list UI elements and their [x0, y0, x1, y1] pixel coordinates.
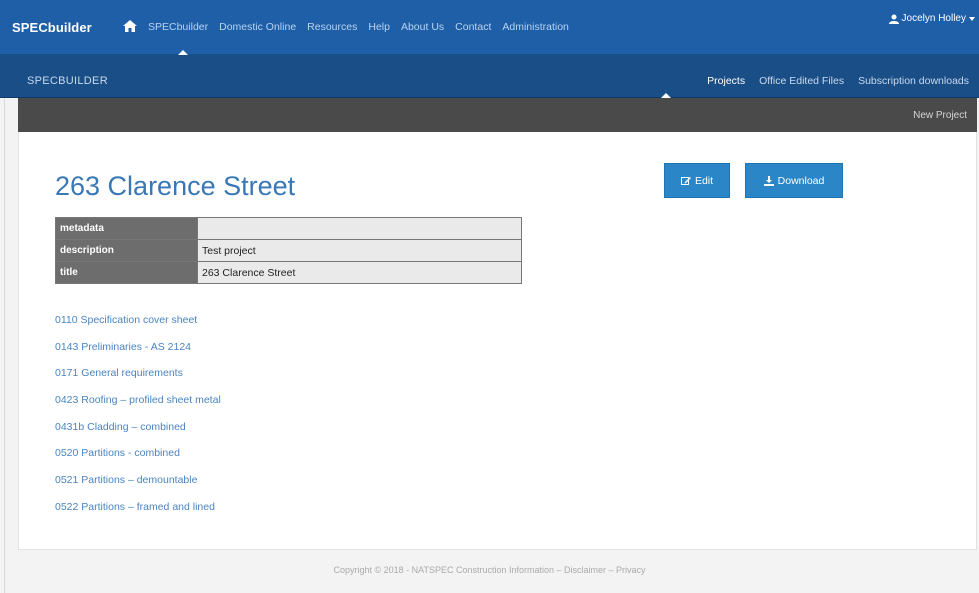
action-bar: New Project: [18, 98, 977, 132]
table-row: metadata: [55, 217, 522, 240]
user-name: Jocelyn Holley: [901, 13, 966, 24]
edit-button[interactable]: Edit: [664, 163, 730, 198]
metadata-value: [197, 217, 522, 240]
metadata-key: metadata: [55, 217, 198, 240]
top-navbar: SPECbuilder SPECbuilder Domestic Online …: [0, 0, 979, 55]
section-nav: Projects Office Edited Files Subscriptio…: [693, 75, 969, 87]
tab-office-edited-files[interactable]: Office Edited Files: [759, 75, 844, 87]
new-project-link[interactable]: New Project: [913, 110, 967, 121]
document-link[interactable]: 0423 Roofing – profiled sheet metal: [55, 393, 221, 420]
document-link[interactable]: 0143 Preliminaries - AS 2124: [55, 340, 221, 367]
document-link[interactable]: 0171 General requirements: [55, 366, 221, 393]
document-link[interactable]: 0520 Partitions - combined: [55, 446, 221, 473]
tab-subscription-downloads[interactable]: Subscription downloads: [858, 75, 969, 87]
nav-contact[interactable]: Contact: [455, 21, 491, 33]
section-title: SPECBUILDER: [27, 75, 108, 87]
metadata-key: title: [55, 261, 198, 284]
download-button[interactable]: Download: [745, 163, 843, 198]
nav-about-us[interactable]: About Us: [401, 21, 444, 33]
document-list: 0110 Specification cover sheet 0143 Prel…: [55, 313, 221, 527]
user-icon: [888, 14, 899, 24]
edit-label: Edit: [694, 174, 714, 187]
document-link[interactable]: 0522 Partitions – framed and lined: [55, 500, 221, 527]
page-title: 263 Clarence Street: [55, 171, 296, 201]
metadata-value: Test project: [197, 239, 522, 262]
metadata-value: 263 Clarence Street: [197, 261, 522, 284]
page-edge: [4, 98, 5, 593]
nav-resources[interactable]: Resources: [307, 21, 357, 33]
nav-domestic-online[interactable]: Domestic Online: [219, 21, 296, 33]
document-link[interactable]: 0110 Specification cover sheet: [55, 313, 221, 340]
top-nav: SPECbuilder Domestic Online Resources He…: [148, 21, 580, 33]
section-bar: SPECBUILDER Projects Office Edited Files…: [0, 55, 979, 98]
nav-administration[interactable]: Administration: [502, 21, 569, 33]
document-link[interactable]: 0521 Partitions – demountable: [55, 473, 221, 500]
document-link[interactable]: 0431b Cladding – combined: [55, 420, 221, 447]
metadata-table: metadata description Test project title …: [55, 217, 522, 284]
nav-specbuilder[interactable]: SPECbuilder: [148, 21, 208, 33]
home-icon[interactable]: [123, 20, 137, 32]
tab-projects[interactable]: Projects: [707, 75, 745, 87]
metadata-key: description: [55, 239, 198, 262]
user-menu[interactable]: Jocelyn Holley: [888, 13, 975, 24]
download-icon: [763, 175, 774, 186]
download-label: Download: [777, 174, 825, 187]
chevron-down-icon: [969, 16, 975, 21]
table-row: title 263 Clarence Street: [55, 261, 522, 284]
nav-help[interactable]: Help: [368, 21, 390, 33]
edit-icon: [680, 176, 691, 185]
brand-logo[interactable]: SPECbuilder: [12, 20, 92, 35]
footer: Copyright © 2018 - NATSPEC Construction …: [333, 565, 646, 575]
table-row: description Test project: [55, 239, 522, 262]
